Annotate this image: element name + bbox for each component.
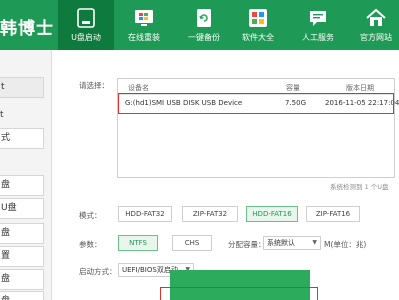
select-device-label: 请选择： — [79, 81, 109, 90]
fs-ntfs[interactable]: NTFS — [118, 235, 158, 251]
tab-one-click-backup[interactable]: 一键备份 — [176, 0, 232, 50]
tab-official-site[interactable]: 官方网站 — [348, 0, 399, 50]
tab-online-reinstall[interactable]: 在线重装 — [116, 0, 172, 50]
tab-support[interactable]: 人工服务 — [290, 0, 346, 50]
tab-software-label: 软件大全 — [242, 33, 274, 42]
fs-chs[interactable]: CHS — [172, 235, 212, 251]
mode-hdd-fat16[interactable]: HDD-FAT16 — [246, 206, 298, 222]
sidebar-item-1[interactable]: t — [0, 77, 44, 98]
sidebar-item-5[interactable]: 盘 — [0, 175, 44, 196]
tab-official-site-label: 官方网站 — [360, 33, 392, 42]
mode-hdd-fat32[interactable]: HDD-FAT32 — [118, 206, 172, 222]
col-device-name: 设备名 — [128, 84, 149, 92]
sidebar-item-8[interactable]: 置 — [0, 246, 44, 267]
col-capacity: 容量 — [286, 84, 300, 92]
sidebar-item-2[interactable]: t — [0, 110, 4, 120]
usb-drive-icon — [77, 8, 95, 28]
tab-usb-boot[interactable]: U盘启动 — [58, 0, 114, 50]
detect-status: 系统检测到 1 个U盘 — [330, 183, 389, 191]
sidebar-item-9[interactable]: 盘 — [0, 269, 44, 290]
alloc-label: 分配容量： — [228, 240, 266, 249]
home-icon — [366, 8, 386, 26]
tab-software[interactable]: 软件大全 — [230, 0, 286, 50]
alloc-select-value: 系统默认 — [267, 239, 295, 247]
top-navigation-bar: 韩博士 U盘启动 在线重装 一键备份 软件大全 人工服务 官方网站 — [0, 0, 399, 50]
alloc-select[interactable]: 系统默认 ▼ — [263, 236, 321, 250]
boot-mode-label: 启动方式： — [79, 267, 117, 276]
chevron-down-icon: ▼ — [312, 239, 317, 246]
sidebar-item-10[interactable]: 盘 — [0, 291, 44, 300]
chat-bubble-icon — [310, 11, 326, 26]
sidebar-item-3[interactable]: 式 — [0, 128, 44, 149]
params-label: 参数： — [79, 240, 102, 249]
unit-label: M(单位：兆) — [324, 240, 367, 249]
mode-zip-fat32[interactable]: ZIP-FAT32 — [182, 206, 238, 222]
tab-support-label: 人工服务 — [302, 33, 334, 42]
app-logo: 韩博士 — [0, 19, 54, 39]
sidebar-item-7[interactable]: 盘 — [0, 223, 44, 244]
backup-refresh-icon — [197, 9, 211, 27]
col-version-date: 版本日期 — [346, 84, 374, 92]
mode-label: 模式： — [79, 211, 102, 220]
mode-zip-fat16[interactable]: ZIP-FAT16 — [306, 206, 360, 222]
monitor-windows-icon — [135, 10, 153, 26]
highlight-box-start — [160, 287, 318, 300]
left-sidebar: t t 式 盘 U盘 盘 置 盘 盘 — [0, 50, 52, 300]
tab-usb-boot-label: U盘启动 — [71, 33, 101, 42]
tab-one-click-backup-label: 一键备份 — [188, 33, 220, 42]
highlight-box-device — [118, 93, 394, 114]
sidebar-item-6[interactable]: U盘 — [0, 198, 44, 219]
tab-online-reinstall-label: 在线重装 — [128, 33, 160, 42]
app-grid-icon — [249, 9, 267, 27]
